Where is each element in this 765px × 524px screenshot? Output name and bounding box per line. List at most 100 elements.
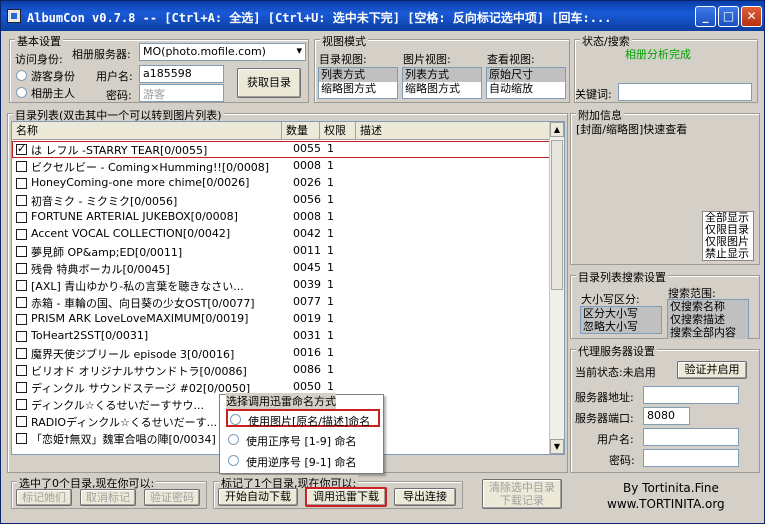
row-checkbox[interactable] [16,348,27,359]
minimize-button[interactable]: _ [695,6,716,27]
scroll-down-icon[interactable]: ▼ [550,439,564,454]
row-checkbox[interactable] [16,382,27,393]
proxy-verify-button[interactable]: 验证并启用 [677,361,747,379]
thunder-download-button[interactable]: 调用迅雷下载 [305,487,387,507]
table-row[interactable]: は レフル -STARRY TEAR[0/0055] 0055 1 [12,141,550,158]
row-count: 0077 [293,295,321,308]
proxy-address-label: 服务器地址: [575,391,634,404]
proxy-address-input[interactable] [643,386,739,404]
auto-download-button[interactable]: 开始自动下载 [218,488,298,506]
owner-radio[interactable] [16,87,27,98]
case-listbox[interactable]: 区分大小写 忽略大小写 [580,306,662,334]
proxy-state-label: 当前状态:未启用 [575,366,656,379]
row-checkbox[interactable] [16,416,27,427]
table-row[interactable]: Accent VOCAL COLLECTION[0/0042] 0042 1 [12,226,550,243]
proxy-password-input[interactable] [643,449,739,467]
row-checkbox[interactable] [16,399,27,410]
list-scrollbar[interactable]: ▲ ▼ [549,122,564,454]
row-checkbox[interactable] [16,246,27,257]
fetch-directory-button[interactable]: 获取目录 [237,68,301,98]
table-row[interactable]: ビクセルビー - Coming×Humming!![0/0008] 0008 1 [12,158,550,175]
table-row[interactable]: ビリオド オリジナルサウンドトラ[0/0086] 0086 1 [12,362,550,379]
row-checkbox[interactable] [16,161,27,172]
row-checkbox[interactable] [16,195,27,206]
table-row[interactable]: 赤箱 - 車輪の国、向日葵の少女OST[0/0077] 0077 1 [12,294,550,311]
row-checkbox[interactable] [16,142,27,155]
table-row[interactable]: HoneyComing-one more chime[0/0026] 0026 1 [12,175,550,192]
clear-download-record-button[interactable]: 清除选中目录 下载记录 [482,479,562,509]
dir-view-item[interactable]: 缩略图方式 [319,82,397,96]
table-row[interactable]: 魔界天使ジブリール episode 3[0/0016] 0016 1 [12,345,550,362]
title-bar[interactable]: AlbumCon v0.7.8 -- [Ctrl+A: 全选] [Ctrl+U:… [1,1,764,31]
range-item[interactable]: 仅搜索描述 [668,313,748,326]
case-item[interactable]: 区分大小写 [581,307,661,320]
table-row[interactable]: 残骨 特典ボーカル[0/0045] 0045 1 [12,260,550,277]
table-row[interactable]: PRISM ARK LoveLoveMAXIMUM[0/0019] 0019 1 [12,311,550,328]
credit-website[interactable]: www.TORTINITA.org [607,497,725,511]
pic-view-item[interactable]: 缩略图方式 [403,82,481,96]
filter-listbox[interactable]: 全部显示 仅限目录 仅限图片 禁止显示 [702,211,754,261]
table-row[interactable]: 初音ミク - ミクミク[0/0056] 0056 1 [12,192,550,209]
naming-option-forward[interactable]: 使用正序号 [1-9] 命名 [226,431,380,449]
row-checkbox[interactable] [16,263,27,274]
pic-view-listbox[interactable]: 列表方式 缩略图方式 [402,67,482,99]
dir-view-listbox[interactable]: 列表方式 缩略图方式 [318,67,398,99]
verify-password-button[interactable]: 验证密码 [144,489,200,506]
popup-title: 选择调用迅雷命名方式 [226,393,336,409]
row-checkbox[interactable] [16,331,27,342]
username-input[interactable]: a185598 [139,65,224,83]
row-count: 0008 [293,159,321,172]
row-checkbox[interactable] [16,433,27,444]
keyword-input[interactable] [618,83,752,101]
selected-actions-group: 选中了0个目录,现在你可以: 标记她们 取消标记 验证密码 [11,475,207,509]
range-listbox[interactable]: 仅搜索名称 仅搜索描述 搜索全部内容 [667,299,749,339]
proxy-password-label: 密码: [609,454,635,467]
password-input[interactable]: 游客 [139,84,224,102]
guest-radio[interactable] [16,70,27,81]
naming-option-reverse[interactable]: 使用逆序号 [9-1] 命名 [226,452,380,470]
look-view-listbox[interactable]: 原始尺寸 自动缩放 [486,67,566,99]
row-checkbox[interactable] [16,280,27,291]
extra-info-group: 附加信息 [封面/缩略图]快速查看 全部显示 仅限目录 仅限图片 禁止显示 [570,107,760,265]
case-item[interactable]: 忽略大小写 [581,320,661,333]
naming-radio[interactable] [228,434,239,445]
row-checkbox[interactable] [16,178,27,189]
range-item[interactable]: 搜索全部内容 [668,326,748,339]
proxy-username-input[interactable] [643,428,739,446]
row-checkbox[interactable] [16,229,27,240]
server-value: MO(photo.mofile.com) [143,45,266,58]
server-select[interactable]: MO(photo.mofile.com) ▾ [139,43,306,61]
table-row[interactable]: ToHeart2SST[0/0031] 0031 1 [12,328,550,345]
proxy-port-input[interactable]: 8080 [643,407,690,425]
col-perm-header[interactable]: 权限 [320,122,356,140]
row-checkbox[interactable] [16,297,27,308]
col-name-header[interactable]: 名称 [12,122,282,140]
dir-view-item[interactable]: 列表方式 [319,68,397,82]
col-num-header[interactable]: 数量 [282,122,320,140]
naming-option-original[interactable]: 使用图片[原名/描述]命名 [226,409,380,428]
look-view-item[interactable]: 原始尺寸 [487,68,565,82]
look-view-item[interactable]: 自动缩放 [487,82,565,96]
row-checkbox[interactable] [16,365,27,376]
unmark-button[interactable]: 取消标记 [80,489,136,506]
col-desc-header[interactable]: 描述 [356,122,552,140]
export-links-button[interactable]: 导出连接 [394,488,456,506]
close-button[interactable]: ✕ [741,6,762,27]
table-row[interactable]: [AXL] 青山ゆかり-私の言葉を聴きなさい... 0039 1 [12,277,550,294]
row-count: 0045 [293,261,321,274]
row-count: 0042 [293,227,321,240]
filter-item[interactable]: 禁止显示 [703,248,753,260]
table-row[interactable]: 夢見師 OP&amp;ED[0/0011] 0011 1 [12,243,550,260]
naming-radio[interactable] [230,414,241,425]
row-checkbox[interactable] [16,314,27,325]
scroll-thumb[interactable] [551,140,563,290]
pic-view-item[interactable]: 列表方式 [403,68,481,82]
scroll-up-icon[interactable]: ▲ [550,122,564,137]
table-row[interactable]: FORTUNE ARTERIAL JUKEBOX[0/0008] 0008 1 [12,209,550,226]
naming-radio[interactable] [228,455,239,466]
row-checkbox[interactable] [16,212,27,223]
mark-button[interactable]: 标记她们 [16,489,72,506]
maximize-button[interactable]: □ [718,6,739,27]
range-item[interactable]: 仅搜索名称 [668,300,748,313]
maximize-icon: □ [722,9,735,23]
